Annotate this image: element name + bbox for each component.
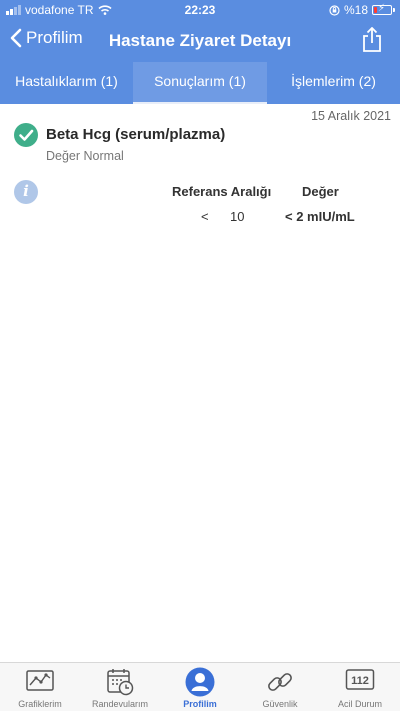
check-circle-icon [14,123,38,147]
back-button[interactable]: Profilim [10,28,83,48]
back-label: Profilim [26,28,83,47]
bottom-tab-guvenlik[interactable]: Güvenlik [240,663,320,712]
test-status: Değer Normal [46,149,124,163]
chevron-left-icon [10,28,22,48]
tab-bar: Hastalıklarım (1) Sonuçlarım (1) İşlemle… [0,62,400,104]
info-icon[interactable]: i [14,180,38,204]
bottom-tab-label: Randevularım [91,699,149,709]
bottom-tab-label: Güvenlik [262,699,298,709]
profile-icon [185,667,215,697]
bottom-tab-label: Profilim [183,699,217,709]
tab-sonuclarim[interactable]: Sonuçlarım (1) [133,62,267,104]
bottom-tab-bar: Grafiklerim Randevularım Profilim Güvenl… [0,662,400,711]
status-bar: vodafone TR 22:23 %18 ⚡ [0,0,400,20]
status-right: %18 ⚡ [329,3,395,17]
tab-hastaliklarim[interactable]: Hastalıklarım (1) [0,62,133,104]
bottom-tab-grafiklerim[interactable]: Grafiklerim [0,663,80,712]
bottom-tab-profilim[interactable]: Profilim [160,663,240,712]
battery-percent: %18 [343,3,368,17]
share-button[interactable] [362,26,382,58]
test-name: Beta Hcg (serum/plazma) [46,126,226,143]
result-date: 15 Aralık 2021 [311,109,391,123]
reference-operator: < [201,209,209,224]
chart-icon [26,670,54,691]
nav-bar: Profilim Hastane Ziyaret Detayı [0,24,400,60]
app-header: vodafone TR 22:23 %18 ⚡ Profilim Hastane… [0,0,400,104]
emergency-badge: 112 [351,675,369,687]
reference-value: 10 [230,209,245,224]
bottom-tab-randevularim[interactable]: Randevularım [80,663,160,712]
link-icon [268,673,292,691]
tab-islemlerim[interactable]: İşlemlerim (2) [267,62,400,104]
value-header: Değer [302,184,339,199]
battery-icon: ⚡ [372,3,395,15]
reference-range-header: Referans Aralığı [172,184,272,199]
bottom-tab-label: Acil Durum [337,699,382,709]
result-value: < 2 mIU/mL [285,209,355,224]
share-icon [363,26,381,52]
bottom-tab-acil-durum[interactable]: 112 Acil Durum [320,663,400,712]
orientation-lock-icon [329,4,340,16]
bottom-tab-label: Grafiklerim [18,699,62,709]
emergency-112-icon: 112 [345,669,375,690]
calendar-icon [107,669,134,696]
